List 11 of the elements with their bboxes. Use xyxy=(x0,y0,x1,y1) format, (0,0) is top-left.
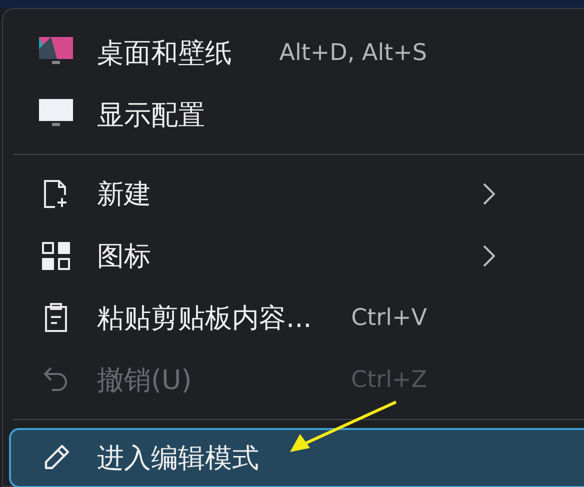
menu-item[interactable]: 显示配置 xyxy=(9,84,584,146)
pencil-icon xyxy=(42,444,70,472)
menu-item[interactable]: 新建 xyxy=(9,163,584,225)
menu-item[interactable]: 桌面和壁纸 Alt+D, Alt+S xyxy=(9,22,584,84)
grid-icon xyxy=(42,242,70,270)
new-file-icon xyxy=(43,179,69,209)
menu-item[interactable]: 粘贴剪贴板内容... Ctrl+V xyxy=(9,287,584,349)
menu-item[interactable]: 进入编辑模式 xyxy=(9,428,584,487)
undo-icon xyxy=(43,366,69,394)
menu-item[interactable]: 图标 xyxy=(9,225,584,287)
clipboard-icon xyxy=(44,303,68,333)
